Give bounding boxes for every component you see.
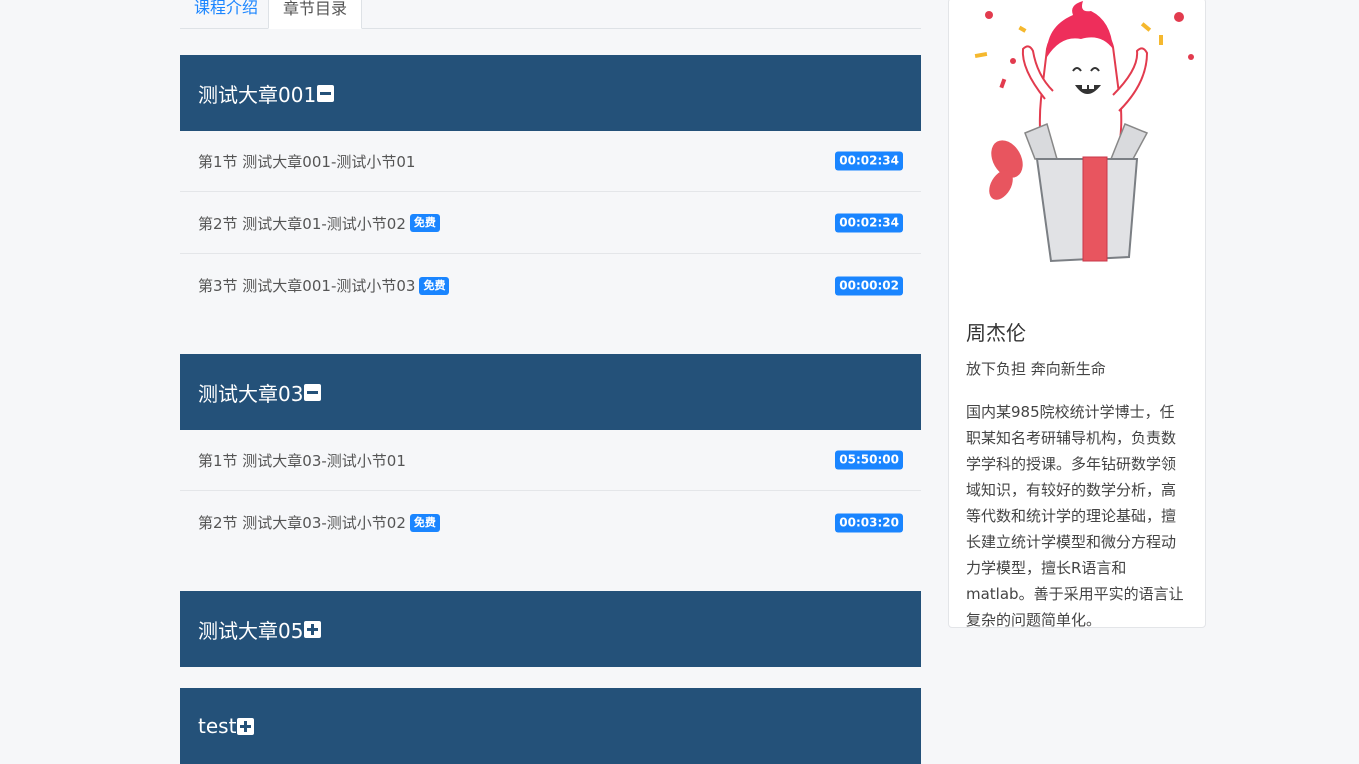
- chapter-title: 测试大章03: [198, 381, 304, 406]
- duration-badge: 00:03:20: [835, 513, 903, 532]
- duration-badge: 00:02:34: [835, 151, 903, 171]
- lesson-label: 第1节 测试大章03-测试小节01: [198, 451, 406, 470]
- lesson-label: 第3节 测试大章001-测试小节03: [198, 277, 416, 295]
- tab-course-intro[interactable]: 课程介绍: [180, 0, 272, 29]
- collapse-icon[interactable]: [317, 84, 335, 102]
- teacher-card: 周杰伦 放下负担 奔向新生命 国内某985院校统计学博士，任职某知名考研辅导机构…: [948, 0, 1206, 629]
- gift-box-monster-icon: [974, 1, 1194, 263]
- chapter-header-1[interactable]: 测试大章001: [180, 55, 921, 131]
- free-badge: 免费: [409, 513, 440, 532]
- teacher-bio: 国内某985院校统计学博士，任职某知名考研辅导机构，负责数学学科的授课。多年钻研…: [966, 403, 1184, 629]
- lesson-label: 第2节 测试大章01-测试小节02: [198, 214, 406, 233]
- teacher-name: 周杰伦: [966, 321, 1026, 345]
- lesson-item[interactable]: 第3节 测试大章001-测试小节03 免费 00:00:02: [180, 255, 921, 316]
- lesson-item[interactable]: 第1节 测试大章001-测试小节01 00:02:34: [180, 131, 921, 192]
- tab-chapter-list[interactable]: 章节目录: [268, 0, 363, 29]
- lesson-item[interactable]: 第1节 测试大章03-测试小节01 05:50:00: [180, 430, 921, 491]
- lesson-item[interactable]: 第2节 测试大章01-测试小节02 免费 00:02:34: [180, 193, 921, 254]
- lesson-label: 第2节 测试大章03-测试小节02: [198, 514, 406, 532]
- collapse-icon[interactable]: [304, 383, 322, 401]
- free-badge: 免费: [419, 276, 450, 295]
- expand-icon[interactable]: [304, 620, 322, 638]
- teacher-motto: 放下负担 奔向新生命: [966, 360, 1106, 378]
- chapter-header-3[interactable]: 测试大章05: [180, 591, 921, 667]
- free-badge: 免费: [409, 214, 440, 232]
- chapter-title: 测试大章05: [198, 618, 304, 643]
- lesson-label: 第1节 测试大章001-测试小节01: [198, 152, 416, 171]
- chapter-header-4[interactable]: test: [180, 688, 921, 764]
- course-tabs: 课程介绍 章节目录: [180, 0, 921, 29]
- duration-badge: 05:50:00: [835, 450, 903, 470]
- chapter-header-2[interactable]: 测试大章03: [180, 354, 921, 430]
- expand-icon[interactable]: [237, 717, 255, 735]
- duration-badge: 00:00:02: [835, 276, 903, 295]
- chapter-title: 测试大章001: [198, 82, 317, 107]
- lesson-item[interactable]: 第2节 测试大章03-测试小节02 免费 00:03:20: [180, 492, 921, 553]
- duration-badge: 00:02:34: [835, 213, 903, 233]
- chapter-title: test: [198, 714, 237, 738]
